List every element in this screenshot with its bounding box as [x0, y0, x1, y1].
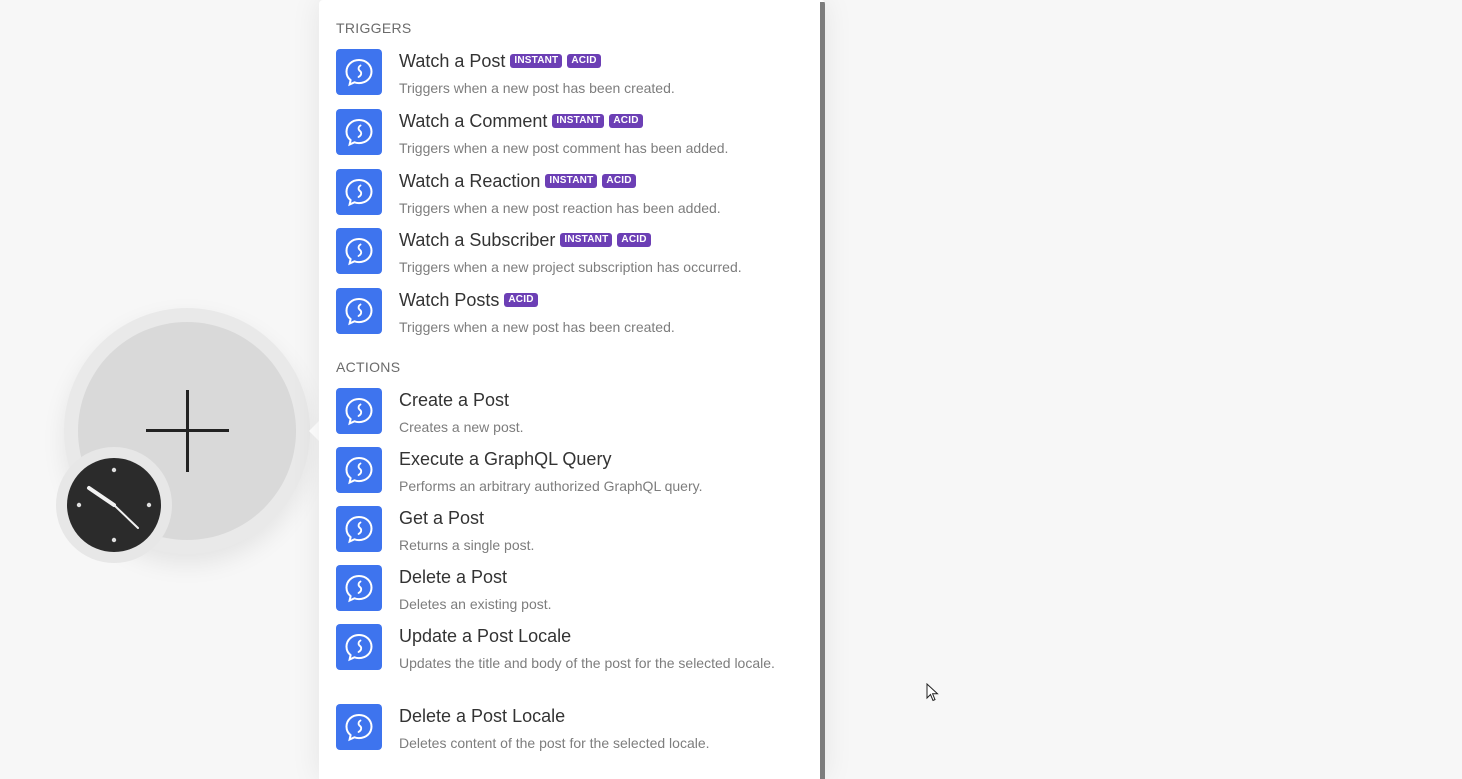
module-title: Watch Posts ACID	[399, 288, 538, 312]
schedule-clock-button[interactable]	[67, 458, 161, 552]
module-title: Watch a Subscriber INSTANT ACID	[399, 228, 651, 252]
app-icon	[336, 169, 382, 215]
module-description: Triggers when a new post reaction has be…	[399, 200, 721, 216]
module-title: Get a Post	[399, 506, 484, 530]
module-description: Deletes content of the post for the sele…	[399, 735, 710, 751]
speech-bubble-icon	[345, 574, 373, 603]
speech-bubble-icon	[345, 633, 373, 662]
panel-pointer	[309, 421, 319, 441]
module-title-text: Update a Post Locale	[399, 626, 572, 646]
speech-bubble-icon	[345, 397, 373, 426]
module-title: Execute a GraphQL Query	[399, 447, 611, 471]
module-title: Delete a Post Locale	[399, 704, 565, 728]
speech-bubble-icon	[345, 297, 373, 326]
badge-instant: INSTANT	[552, 114, 605, 128]
speech-bubble-icon	[345, 118, 373, 147]
app-icon	[336, 704, 382, 750]
scrollbar[interactable]	[820, 2, 825, 779]
module-title: Update a Post Locale	[399, 624, 571, 648]
module-title-text: Watch a Comment	[399, 111, 548, 131]
badge-acid: ACID	[504, 293, 538, 307]
badge-instant: INSTANT	[545, 174, 598, 188]
badge-acid: ACID	[609, 114, 643, 128]
section-title-triggers: TRIGGERS	[336, 20, 412, 36]
plus-icon-vertical	[186, 390, 189, 472]
module-description: Triggers when a new post has been create…	[399, 80, 675, 96]
module-description: Triggers when a new project subscription…	[399, 259, 742, 275]
speech-bubble-icon	[345, 178, 373, 207]
speech-bubble-icon	[345, 58, 373, 87]
app-icon	[336, 49, 382, 95]
module-description: Triggers when a new post comment has bee…	[399, 140, 729, 156]
module-title-text: Watch a Post	[399, 51, 506, 71]
app-icon	[336, 288, 382, 334]
module-title-text: Create a Post	[399, 390, 510, 410]
module-description: Triggers when a new post has been create…	[399, 319, 675, 335]
clock-icon	[76, 467, 152, 543]
module-title: Create a Post	[399, 388, 509, 412]
module-title: Watch a Comment INSTANT ACID	[399, 109, 643, 133]
speech-bubble-icon	[345, 456, 373, 485]
module-title-text: Delete a Post Locale	[399, 706, 566, 726]
module-description: Creates a new post.	[399, 419, 524, 435]
module-description: Updates the title and body of the post f…	[399, 655, 775, 671]
speech-bubble-icon	[345, 237, 373, 266]
app-icon	[336, 565, 382, 611]
mouse-cursor-icon	[926, 682, 940, 708]
module-title: Delete a Post	[399, 565, 507, 589]
module-title: Watch a Reaction INSTANT ACID	[399, 169, 636, 193]
badge-acid: ACID	[602, 174, 636, 188]
badge-acid: ACID	[567, 54, 601, 68]
section-title-actions: ACTIONS	[336, 359, 401, 375]
speech-bubble-icon	[345, 515, 373, 544]
module-title-text: Get a Post	[399, 508, 485, 528]
module-title-text: Delete a Post	[399, 567, 508, 587]
speech-bubble-icon	[345, 713, 373, 742]
module-title-text: Watch a Reaction	[399, 171, 541, 191]
module-description: Performs an arbitrary authorized GraphQL…	[399, 478, 703, 494]
app-icon	[336, 506, 382, 552]
app-icon	[336, 624, 382, 670]
module-title-text: Watch Posts	[399, 290, 500, 310]
module-title: Watch a Post INSTANT ACID	[399, 49, 601, 73]
scenario-canvas[interactable]: TRIGGERS Watch a Post INSTANT ACID Triggers …	[0, 0, 1462, 779]
module-description: Deletes an existing post.	[399, 596, 552, 612]
app-icon	[336, 447, 382, 493]
module-title-text: Watch a Subscriber	[399, 230, 556, 250]
module-picker-panel: TRIGGERS Watch a Post INSTANT ACID Triggers …	[319, 0, 825, 779]
module-title-text: Execute a GraphQL Query	[399, 449, 612, 469]
app-icon	[336, 228, 382, 274]
app-icon	[336, 109, 382, 155]
module-description: Returns a single post.	[399, 537, 535, 553]
badge-instant: INSTANT	[560, 233, 613, 247]
badge-instant: INSTANT	[510, 54, 563, 68]
badge-acid: ACID	[617, 233, 651, 247]
app-icon	[336, 388, 382, 434]
